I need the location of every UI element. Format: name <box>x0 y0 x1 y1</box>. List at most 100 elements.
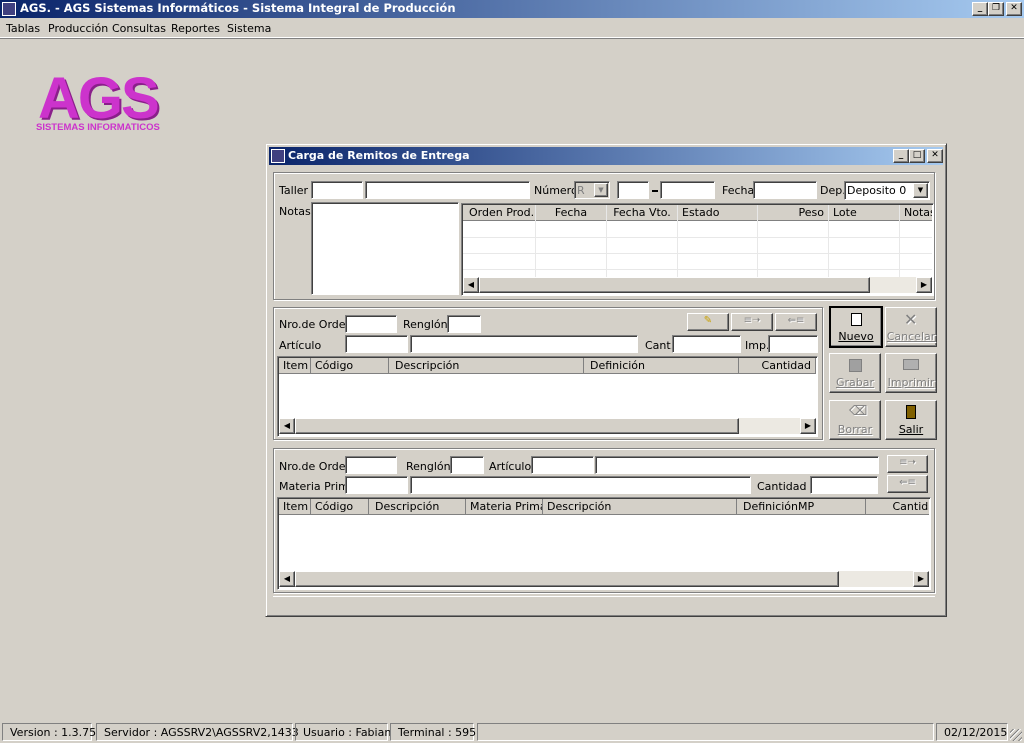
menu-reportes[interactable]: Reportes <box>171 22 220 35</box>
borrar-button[interactable]: ⌫ Borrar <box>829 400 881 440</box>
col-peso[interactable]: Peso <box>758 205 829 221</box>
item-articulo-code-input[interactable] <box>345 335 408 353</box>
orders-hscrollbar[interactable]: ◀ ▶ <box>463 277 932 293</box>
scroll-thumb[interactable] <box>479 277 870 293</box>
col-mp-definicion[interactable]: DefiniciónMP <box>737 499 866 515</box>
notas-label: Notas <box>279 205 311 218</box>
taller-name-input[interactable] <box>365 181 530 199</box>
item-renglon-input[interactable] <box>447 315 481 333</box>
mp-materia-code-input[interactable] <box>345 476 408 494</box>
mp-move-right-button[interactable]: ≡➝ <box>887 455 928 473</box>
item-articulo-desc-input[interactable] <box>410 335 638 353</box>
scroll-right-icon[interactable]: ▶ <box>800 418 816 434</box>
salir-button[interactable]: Salir <box>885 400 937 440</box>
col-descripcion[interactable]: Descripción <box>389 358 584 374</box>
col-mp-cantidad[interactable]: Cantida <box>866 499 929 515</box>
restore-icon[interactable]: ❐ <box>988 2 1004 16</box>
col-fecha-vto[interactable]: Fecha Vto. <box>607 205 678 221</box>
fecha-input[interactable] <box>753 181 817 199</box>
menu-tablas[interactable]: Tablas <box>6 22 40 35</box>
mp-table[interactable]: Item Código Descripción Materia Prima De… <box>277 497 931 590</box>
fecha-label: Fecha <box>722 184 755 197</box>
grabar-button[interactable]: Grabar <box>829 353 881 393</box>
col-codigo[interactable]: Código <box>311 358 389 374</box>
item-cant-input[interactable] <box>672 335 741 353</box>
dialog-close-icon[interactable]: ✕ <box>927 149 943 163</box>
dialog-footer <box>273 596 935 613</box>
menu-bar: Tablas Producción Consultas Reportes Sis… <box>0 19 1024 38</box>
app-icon[interactable] <box>2 2 16 16</box>
numero-label: Número <box>534 184 578 197</box>
mp-move-left-button[interactable]: ⇐≡ <box>887 475 928 493</box>
mp-cantidad-input[interactable] <box>810 476 878 494</box>
col-mp-descripcion[interactable]: Descripción <box>369 499 466 515</box>
move-right-button[interactable]: ≡➝ <box>731 313 773 331</box>
dialog-minimize-icon[interactable]: _ <box>893 149 909 163</box>
col-mp-item[interactable]: Item <box>279 499 311 515</box>
col-estado[interactable]: Estado <box>678 205 758 221</box>
scroll-left-icon[interactable]: ◀ <box>279 571 295 587</box>
items-table[interactable]: Item Código Descripción Definición Canti… <box>277 356 818 437</box>
numero-prefix-input[interactable] <box>617 181 649 199</box>
orders-table[interactable]: Orden Prod. Fecha Fecha Vto. Estado Peso… <box>461 203 934 296</box>
ags-logo: AGS SISTEMAS INFORMATICOS <box>34 64 174 136</box>
col-item[interactable]: Item <box>279 358 311 374</box>
nuevo-button[interactable]: Nuevo <box>829 306 883 348</box>
chevron-down-icon[interactable]: ▼ <box>594 183 608 197</box>
new-document-icon <box>851 313 862 326</box>
item-orden-input[interactable] <box>345 315 397 333</box>
scroll-left-icon[interactable]: ◀ <box>279 418 295 434</box>
col-lote[interactable]: Lote <box>829 205 900 221</box>
close-icon[interactable]: ✕ <box>1006 2 1022 16</box>
remitos-dialog: Carga de Remitos de Entrega _ □ ✕ Taller… <box>265 143 947 617</box>
mp-hscrollbar[interactable]: ◀ ▶ <box>279 571 929 587</box>
col-mp-materia-prima[interactable]: Materia Prima <box>466 499 543 515</box>
mp-orden-input[interactable] <box>345 456 397 474</box>
col-notas[interactable]: Notas <box>900 205 932 221</box>
item-renglon-label: Renglón <box>403 318 448 331</box>
mp-renglon-input[interactable] <box>450 456 484 474</box>
numero-letter-select[interactable]: R ▼ <box>574 181 610 199</box>
status-bar: Version : 1.3.75 Servidor : AGSSRV2\AGSS… <box>0 721 1024 743</box>
scroll-right-icon[interactable]: ▶ <box>916 277 932 293</box>
menu-sistema[interactable]: Sistema <box>227 22 271 35</box>
item-imp-input[interactable] <box>768 335 818 353</box>
scroll-left-icon[interactable]: ◀ <box>463 277 479 293</box>
mp-materia-desc-input[interactable] <box>410 476 751 494</box>
scroll-thumb[interactable] <box>295 571 839 587</box>
minimize-icon[interactable]: _ <box>972 2 988 16</box>
taller-label: Taller <box>279 184 309 197</box>
resize-grip-icon[interactable] <box>1010 729 1022 741</box>
mp-articulo-code-input[interactable] <box>531 456 594 474</box>
col-fecha[interactable]: Fecha <box>536 205 607 221</box>
taller-code-input[interactable] <box>311 181 363 199</box>
status-servidor: Servidor : AGSSRV2\AGSSRV2,1433 <box>96 723 299 741</box>
pin-button[interactable]: ✎ <box>687 313 729 331</box>
col-mp-codigo[interactable]: Código <box>311 499 369 515</box>
menu-consultas[interactable]: Consultas <box>112 22 166 35</box>
notas-textarea[interactable] <box>311 202 459 295</box>
mp-articulo-label: Artículo <box>489 460 532 473</box>
dialog-maximize-icon[interactable]: □ <box>909 149 925 163</box>
item-imp-label: Imp. <box>745 339 770 352</box>
logo-subtext: SISTEMAS INFORMATICOS <box>36 122 160 133</box>
deposito-select[interactable]: Deposito 0 ▼ <box>844 181 930 200</box>
items-hscrollbar[interactable]: ◀ ▶ <box>279 418 816 434</box>
chevron-down-icon[interactable]: ▼ <box>913 183 928 198</box>
cancelar-button[interactable]: ✕ Cancelar <box>885 307 937 347</box>
scroll-right-icon[interactable]: ▶ <box>913 571 929 587</box>
imprimir-button[interactable]: Imprimir <box>885 353 937 393</box>
move-left-button[interactable]: ⇐≡ <box>775 313 817 331</box>
col-definicion[interactable]: Definición <box>584 358 739 374</box>
mp-articulo-desc-input[interactable] <box>595 456 879 474</box>
col-orden-prod[interactable]: Orden Prod. <box>463 205 536 221</box>
status-empty <box>477 723 934 741</box>
numero-input[interactable] <box>660 181 715 199</box>
col-cantidad[interactable]: Cantidad <box>739 358 816 374</box>
dialog-title-bar: Carga de Remitos de Entrega _ □ ✕ <box>269 147 943 165</box>
dialog-icon[interactable] <box>271 149 285 163</box>
col-mp-descripcion-2[interactable]: Descripción <box>543 499 737 515</box>
menu-produccion[interactable]: Producción <box>48 22 108 35</box>
scroll-thumb[interactable] <box>295 418 739 434</box>
app-title: AGS. - AGS Sistemas Informáticos - Siste… <box>20 1 456 15</box>
